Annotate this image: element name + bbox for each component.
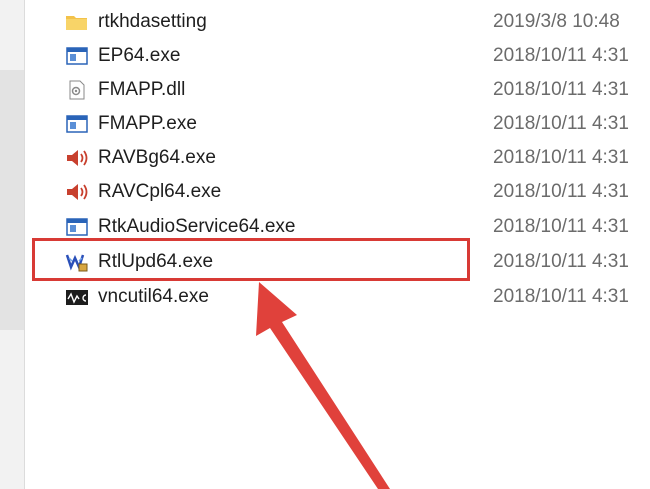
file-date: 2018/10/11 4:31 <box>493 286 629 307</box>
file-row-ep64[interactable]: EP64.exe 2018/10/11 4:31 <box>25 39 650 73</box>
file-date: 2018/10/11 4:31 <box>493 147 629 168</box>
file-date: 2018/10/11 4:31 <box>493 216 629 237</box>
file-date: 2018/10/11 4:31 <box>493 113 629 134</box>
file-name: RAVCpl64.exe <box>98 181 222 202</box>
file-name: RAVBg64.exe <box>98 147 216 168</box>
speaker-icon <box>65 182 89 202</box>
file-row-vncutil64[interactable]: vncutil64.exe 2018/10/11 4:31 <box>25 280 650 314</box>
vnc-utility-icon <box>65 287 89 307</box>
dll-gear-icon <box>65 80 89 100</box>
file-name: RtkAudioService64.exe <box>98 216 296 237</box>
folder-icon <box>65 12 89 32</box>
file-name: vncutil64.exe <box>98 286 209 307</box>
file-row-fmapp-exe[interactable]: FMAPP.exe 2018/10/11 4:31 <box>25 107 650 141</box>
file-date: 2018/10/11 4:31 <box>493 79 629 100</box>
file-date: 2018/10/11 4:31 <box>493 251 629 272</box>
file-date: 2018/10/11 4:31 <box>493 181 629 202</box>
file-row-ravcpl64[interactable]: RAVCpl64.exe 2018/10/11 4:31 <box>25 175 650 209</box>
file-name: FMAPP.dll <box>98 79 186 100</box>
file-row-ravbg64[interactable]: RAVBg64.exe 2018/10/11 4:31 <box>25 141 650 175</box>
file-row-rtkhdasetting[interactable]: rtkhdasetting 2019/3/8 10:48 <box>25 5 650 39</box>
exe-window-icon <box>65 217 89 237</box>
speaker-icon <box>65 148 89 168</box>
file-date: 2018/10/11 4:31 <box>493 45 629 66</box>
exe-window-icon <box>65 46 89 66</box>
file-row-fmapp-dll[interactable]: FMAPP.dll 2018/10/11 4:31 <box>25 73 650 107</box>
file-name: EP64.exe <box>98 45 181 66</box>
highlight-box <box>32 238 470 281</box>
exe-window-icon <box>65 114 89 134</box>
file-name: rtkhdasetting <box>98 11 207 32</box>
file-name: FMAPP.exe <box>98 113 197 134</box>
file-date: 2019/3/8 10:48 <box>493 11 620 32</box>
